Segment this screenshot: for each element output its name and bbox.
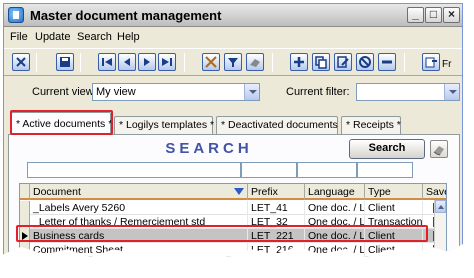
cell-type: Client [365, 243, 423, 257]
first-record-icon[interactable] [98, 53, 116, 71]
export-icon[interactable] [422, 53, 440, 71]
edit-icon[interactable] [334, 53, 352, 71]
documents-grid: Document Prefix Language Type Save _Labe… [19, 183, 447, 265]
next-record-icon[interactable] [138, 53, 156, 71]
tab-deactivated-documents[interactable]: * Deactivated documents * [216, 116, 345, 134]
menu-search[interactable]: Search [77, 31, 112, 43]
last-record-icon[interactable] [158, 53, 176, 71]
cell-prefix: LET_221 [248, 229, 305, 243]
type-search-input[interactable] [357, 162, 413, 178]
column-prefix[interactable]: Prefix [248, 184, 305, 200]
document-search-input[interactable] [27, 162, 241, 178]
cell-prefix: LET_32 [248, 215, 305, 229]
current-filter-select[interactable] [356, 83, 460, 101]
remove-icon[interactable] [378, 53, 396, 71]
cell-prefix: LET_41 [248, 201, 305, 215]
window-title: Master document management [30, 8, 222, 23]
tools-icon[interactable] [202, 53, 220, 71]
column-language[interactable]: Language [305, 184, 365, 200]
current-row-indicator [20, 229, 30, 243]
save-checkbox[interactable] [433, 259, 443, 265]
cell-language: One doc. / La [305, 243, 365, 257]
cell-type: Client [365, 201, 423, 215]
column-document[interactable]: Document [30, 184, 248, 200]
language-toggle[interactable]: Fr [442, 59, 451, 70]
search-button[interactable]: Search [349, 139, 425, 159]
active-documents-panel: SEARCH Search Document Prefix Language T… [8, 134, 460, 265]
menu-help[interactable]: Help [117, 31, 140, 43]
cell-language: One doc. / La [305, 257, 365, 258]
prefix-search-input[interactable] [241, 162, 297, 178]
tab-logilys-templates[interactable]: * Logilys templates * [114, 116, 214, 134]
cell-document: Commitment Sheet [30, 243, 248, 257]
tab-active-documents[interactable]: * Active documents * [11, 112, 112, 134]
table-row[interactable]: Commitment letters / Remerciement std LE… [20, 257, 446, 265]
search-title: SEARCH [165, 140, 253, 157]
current-view-select[interactable]: My view [92, 83, 260, 101]
menu-bar: File Update Search Help [4, 28, 462, 46]
cell-type: Transaction [365, 215, 423, 229]
title-bar: Master document management _ □ × [4, 4, 462, 27]
grid-header: Document Prefix Language Type Save [20, 184, 446, 200]
current-view-label: Current view: [32, 86, 97, 98]
vertical-scrollbar[interactable] [434, 200, 446, 258]
copy-icon[interactable] [312, 53, 330, 71]
save-icon[interactable] [56, 53, 74, 71]
menu-update[interactable]: Update [35, 31, 70, 43]
cell-prefix: LET_216 [248, 243, 305, 257]
table-row[interactable]: _Labels Avery 5260 LET_41 One doc. / La … [20, 201, 446, 215]
toolbar: Fr [4, 48, 462, 76]
column-save[interactable]: Save [423, 184, 446, 200]
cell-type: Client [365, 229, 423, 243]
minimize-button[interactable]: _ [407, 7, 424, 23]
cell-document: _Letter of thanks / Remerciement std [30, 215, 248, 229]
close-x-icon[interactable] [12, 53, 30, 71]
cell-language: One doc. / La [305, 215, 365, 229]
cell-prefix: LET_155 [248, 257, 305, 258]
filter-icon[interactable] [224, 53, 242, 71]
chevron-down-icon[interactable] [444, 84, 459, 100]
previous-record-icon[interactable] [118, 53, 136, 71]
chevron-down-icon[interactable] [244, 84, 259, 100]
table-row[interactable]: _Letter of thanks / Remerciement std LET… [20, 215, 446, 229]
current-view-value: My view [96, 86, 136, 98]
language-search-input[interactable] [297, 162, 357, 178]
scroll-up-icon[interactable] [435, 200, 446, 213]
table-row-selected[interactable]: Business cards LET_221 One doc. / La Cli… [20, 229, 446, 243]
tab-strip: * Active documents * * Logilys templates… [4, 112, 462, 134]
add-icon[interactable] [290, 53, 308, 71]
app-icon [8, 7, 24, 23]
cell-document: Business cards [30, 229, 248, 243]
cell-language: One doc. / La [305, 229, 365, 243]
cell-document: _Labels Avery 5260 [30, 201, 248, 215]
cell-type: Transaction [365, 257, 423, 258]
column-type[interactable]: Type [365, 184, 423, 200]
clear-search-icon[interactable] [430, 140, 448, 158]
table-row[interactable]: Commitment Sheet LET_216 One doc. / La C… [20, 243, 446, 257]
main-window: Master document management _ □ × File Up… [3, 3, 463, 265]
cell-language: One doc. / La [305, 201, 365, 215]
maximize-button[interactable]: □ [425, 7, 442, 23]
close-button[interactable]: × [443, 7, 460, 23]
tab-receipts[interactable]: * Receipts * [341, 116, 401, 134]
cell-document: Commitment letters / Remerciement std [30, 257, 248, 258]
current-filter-label: Current filter: [286, 86, 350, 98]
cancel-icon[interactable] [356, 53, 374, 71]
sort-descending-icon[interactable] [234, 188, 244, 195]
menu-file[interactable]: File [10, 31, 28, 43]
eraser-icon[interactable] [246, 53, 264, 71]
